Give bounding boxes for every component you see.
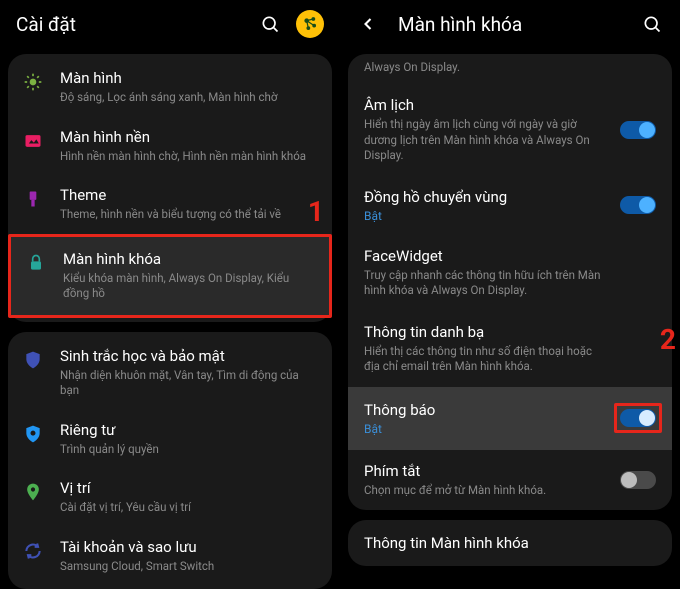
settings-item-privacy[interactable]: Riêng tư Trình quản lý quyền (8, 410, 332, 469)
search-button[interactable] (258, 12, 282, 36)
profile-avatar[interactable] (296, 10, 324, 38)
row-contact-info[interactable]: Thông tin danh bạ Hiển thị các thông tin… (348, 311, 672, 387)
page-title: Màn hình khóa (398, 13, 632, 36)
annotation-badge-2: 2 (660, 323, 676, 356)
row-facewidget[interactable]: FaceWidget Truy cập nhanh các thông tin … (348, 235, 672, 311)
item-title: Riêng tư (60, 421, 318, 439)
toggle-notifications[interactable] (620, 409, 656, 427)
item-title: Màn hình (60, 69, 318, 87)
brightness-icon (22, 71, 44, 93)
toggle-lunar-calendar[interactable] (620, 121, 656, 139)
settings-item-lockscreen[interactable]: Màn hình khóa Kiểu khóa màn hình, Always… (8, 234, 332, 318)
row-title: FaceWidget (364, 247, 656, 265)
item-title: Theme (60, 186, 318, 204)
item-title: Tài khoản và sao lưu (60, 538, 318, 556)
item-title: Màn hình khóa (63, 250, 315, 268)
settings-group-display: Màn hình Độ sáng, Lọc ánh sáng xanh, Màn… (8, 54, 332, 322)
item-subtitle: Độ sáng, Lọc ánh sáng xanh, Màn hình chờ (60, 90, 318, 106)
settings-item-theme[interactable]: Theme Theme, hình nền và biểu tượng có t… (8, 175, 332, 234)
toggle-roaming-clock[interactable] (620, 196, 656, 214)
header: Màn hình khóa (340, 0, 680, 48)
row-shortcuts[interactable]: Phím tắt Chọn mục để mở từ Màn hình khóa… (348, 450, 672, 511)
location-icon (22, 481, 44, 503)
row-about-lockscreen[interactable]: Thông tin Màn hình khóa (348, 520, 672, 566)
settings-group-privacy: Sinh trắc học và bảo mật Nhận diện khuôn… (8, 332, 332, 589)
row-status: Bật (364, 209, 656, 223)
chevron-left-icon (358, 14, 378, 34)
shield-icon (22, 349, 44, 371)
settings-list: Màn hình Độ sáng, Lọc ánh sáng xanh, Màn… (0, 48, 340, 589)
search-icon (260, 14, 280, 34)
toggle-shortcuts[interactable] (620, 471, 656, 489)
lockscreen-settings-screen: Màn hình khóa Always On Display. Âm lịch… (340, 0, 680, 557)
header: Cài đặt (0, 0, 340, 48)
row-title: Đồng hồ chuyển vùng (364, 188, 656, 206)
settings-item-accounts[interactable]: Tài khoản và sao lưu Samsung Cloud, Smar… (8, 527, 332, 586)
row-status: Bật (364, 422, 656, 436)
wallpaper-icon (22, 130, 44, 152)
settings-item-wallpaper[interactable]: Màn hình nền Hình nền màn hình chờ, Hình… (8, 117, 332, 176)
item-subtitle: Hình nền màn hình chờ, Hình nền màn hình… (60, 149, 318, 165)
privacy-icon (22, 423, 44, 445)
item-subtitle: Cài đặt vị trí, Yêu cầu vị trí (60, 500, 318, 516)
row-subtitle: Chọn mục để mở từ Màn hình khóa. (364, 483, 656, 499)
settings-item-display[interactable]: Màn hình Độ sáng, Lọc ánh sáng xanh, Màn… (8, 58, 332, 117)
truncated-text: Always On Display. (348, 54, 672, 84)
theme-icon (22, 188, 44, 210)
row-title: Thông báo (364, 401, 656, 419)
settings-group: Always On Display. Âm lịch Hiển thị ngày… (348, 54, 672, 510)
settings-item-biometrics[interactable]: Sinh trắc học và bảo mật Nhận diện khuôn… (8, 336, 332, 410)
item-title: Sinh trắc học và bảo mật (60, 347, 318, 365)
row-lunar-calendar[interactable]: Âm lịch Hiển thị ngày âm lịch cùng với n… (348, 84, 672, 176)
sync-icon (22, 540, 44, 562)
toggle-notifications-highlighted[interactable] (614, 403, 662, 433)
settings-item-location[interactable]: Vị trí Cài đặt vị trí, Yêu cầu vị trí (8, 468, 332, 527)
settings-screen: Cài đặt Màn hình Độ sáng, Lọc ánh sáng x… (0, 0, 340, 557)
lockscreen-list: Always On Display. Âm lịch Hiển thị ngày… (340, 54, 680, 566)
item-title: Màn hình nền (60, 128, 318, 146)
lock-icon (25, 252, 47, 274)
item-title: Vị trí (60, 479, 318, 497)
item-subtitle: Samsung Cloud, Smart Switch (60, 559, 318, 575)
back-button[interactable] (356, 12, 380, 36)
row-notifications[interactable]: Thông báo Bật (348, 387, 672, 450)
row-title: Thông tin danh bạ (364, 323, 656, 341)
avatar-icon (300, 14, 320, 34)
row-subtitle: Hiển thị ngày âm lịch cùng với ngày và g… (364, 117, 656, 164)
row-subtitle: Hiển thị các thông tin như số điện thoại… (364, 344, 656, 375)
item-subtitle: Nhận diện khuôn mặt, Vân tay, Tìm di độn… (60, 368, 318, 399)
page-title: Cài đặt (16, 13, 250, 36)
item-subtitle: Theme, hình nền và biểu tượng có thể tải… (60, 207, 318, 223)
search-icon (642, 14, 662, 34)
row-subtitle: Truy cập nhanh các thông tin hữu ích trê… (364, 268, 656, 299)
row-title: Phím tắt (364, 462, 656, 480)
annotation-badge-1: 1 (308, 195, 324, 228)
row-roaming-clock[interactable]: Đồng hồ chuyển vùng Bật (348, 176, 672, 235)
search-button[interactable] (640, 12, 664, 36)
item-subtitle: Trình quản lý quyền (60, 442, 318, 458)
item-subtitle: Kiểu khóa màn hình, Always On Display, K… (63, 271, 315, 302)
row-title: Âm lịch (364, 96, 656, 114)
row-title: Thông tin Màn hình khóa (364, 534, 656, 552)
